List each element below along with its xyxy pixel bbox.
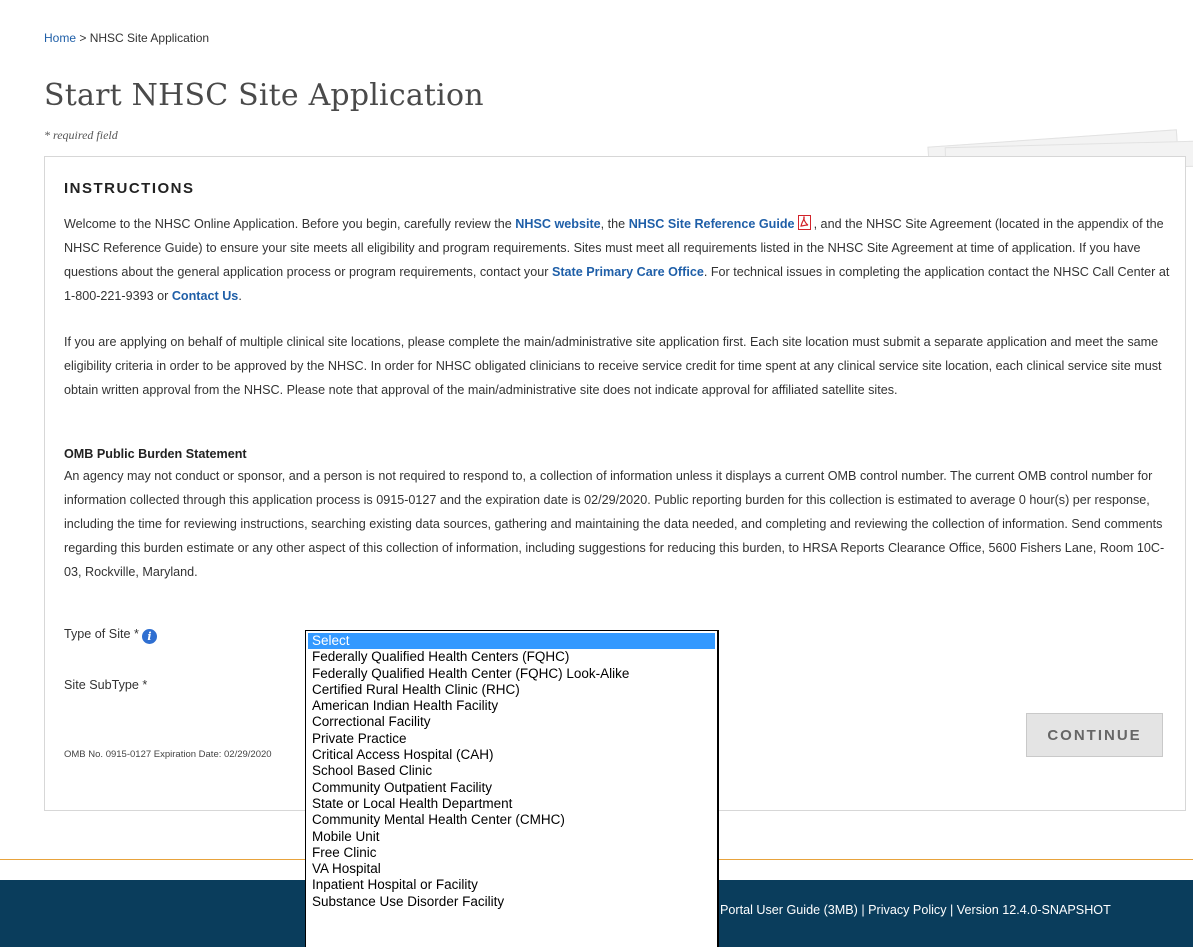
text-segment: Welcome to the NHSC Online Application. … xyxy=(64,217,516,231)
dropdown-option[interactable]: State or Local Health Department xyxy=(308,796,715,812)
text-segment: . xyxy=(238,289,242,303)
dropdown-option[interactable]: Community Outpatient Facility xyxy=(308,780,715,796)
breadcrumb-home-link[interactable]: Home xyxy=(44,31,76,45)
breadcrumb-current: NHSC Site Application xyxy=(89,31,210,45)
breadcrumb: Home > NHSC Site Application xyxy=(44,31,209,45)
dropdown-option[interactable]: Mobile Unit xyxy=(308,829,715,845)
site-reference-guide-link[interactable]: NHSC Site Reference Guide xyxy=(629,217,795,231)
state-primary-care-office-link[interactable]: State Primary Care Office xyxy=(552,265,704,279)
omb-statement: An agency may not conduct or sponsor, an… xyxy=(64,469,1165,579)
nhsc-website-link[interactable]: NHSC website xyxy=(515,217,600,231)
dropdown-option[interactable]: Community Mental Health Center (CMHC) xyxy=(308,812,715,828)
type-of-site-label-text: Type of Site * xyxy=(64,627,139,641)
breadcrumb-separator: > xyxy=(76,31,90,45)
type-of-site-label: Type of Site * i xyxy=(64,627,157,644)
site-subtype-label: Site SubType * xyxy=(64,678,148,692)
dropdown-option[interactable]: Federally Qualified Health Centers (FQHC… xyxy=(308,649,715,665)
dropdown-option[interactable]: Critical Access Hospital (CAH) xyxy=(308,747,715,763)
dropdown-option[interactable]: Substance Use Disorder Facility xyxy=(308,894,715,910)
continue-button[interactable]: CONTINUE xyxy=(1026,713,1163,757)
instructions-heading: INSTRUCTIONS xyxy=(64,180,195,197)
omb-heading: OMB Public Burden Statement xyxy=(64,447,247,461)
dropdown-option[interactable]: Free Clinic xyxy=(308,845,715,861)
dropdown-option[interactable]: Private Practice xyxy=(308,731,715,747)
dropdown-option[interactable]: American Indian Health Facility xyxy=(308,698,715,714)
omb-expiration-note: OMB No. 0915-0127 Expiration Date: 02/29… xyxy=(64,749,272,760)
dropdown-option-select[interactable]: Select xyxy=(308,633,715,650)
instructions-paragraph-2: If you are applying on behalf of multipl… xyxy=(64,335,1162,397)
required-field-note: * required field xyxy=(44,128,118,142)
dropdown-option[interactable]: Inpatient Hospital or Facility xyxy=(308,877,715,893)
type-of-site-dropdown[interactable]: Select Federally Qualified Health Centers… xyxy=(305,630,719,947)
text-segment: , the xyxy=(600,217,629,231)
pdf-icon[interactable] xyxy=(797,214,811,230)
info-icon[interactable]: i xyxy=(141,629,157,644)
page-title: Start NHSC Site Application xyxy=(44,78,484,113)
footer-links[interactable]: Portal User Guide (3MB) | Privacy Policy… xyxy=(720,903,1193,917)
instructions-paragraph-1: Welcome to the NHSC Online Application. … xyxy=(64,212,1172,308)
dropdown-option[interactable]: School Based Clinic xyxy=(308,763,715,779)
dropdown-option[interactable]: Federally Qualified Health Center (FQHC)… xyxy=(308,666,715,682)
dropdown-option[interactable]: VA Hospital xyxy=(308,861,715,877)
dropdown-option[interactable]: Correctional Facility xyxy=(308,714,715,730)
dropdown-option[interactable]: Certified Rural Health Clinic (RHC) xyxy=(308,682,715,698)
dropdown-options: Select Federally Qualified Health Centers… xyxy=(306,631,717,910)
contact-us-link[interactable]: Contact Us xyxy=(172,289,238,303)
